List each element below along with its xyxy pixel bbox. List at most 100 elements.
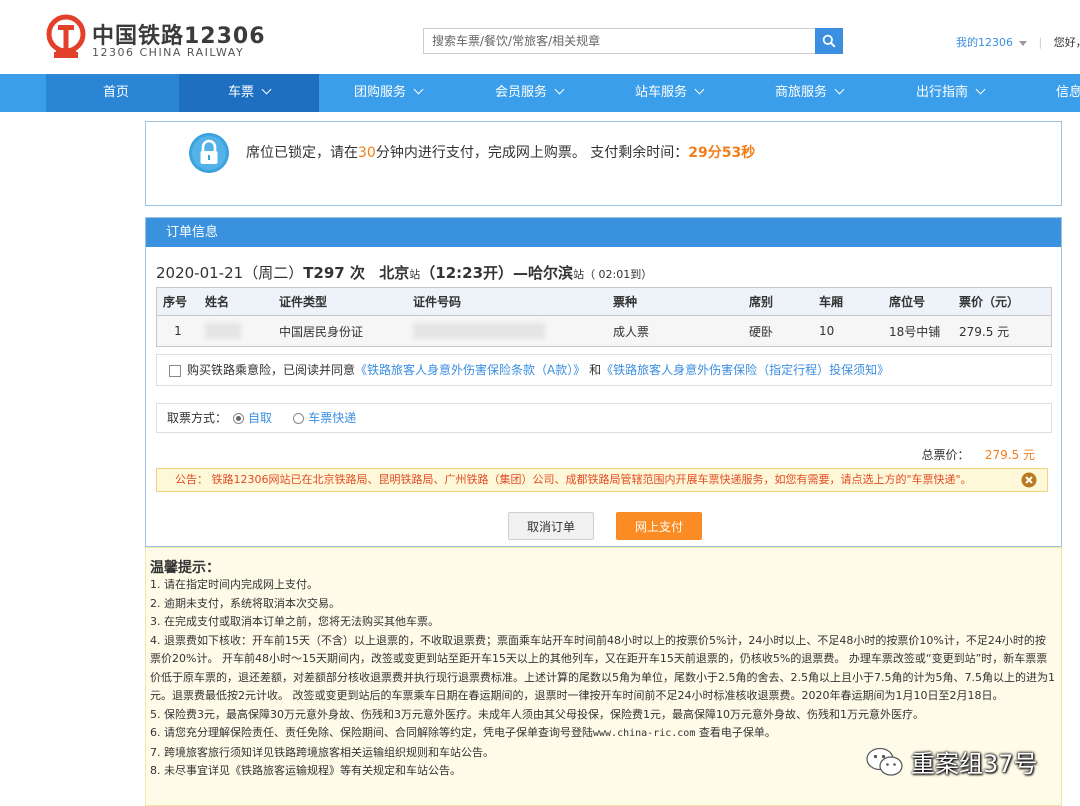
cell-ticket-type: 成人票	[607, 315, 743, 347]
nav-label: 首页	[102, 85, 129, 100]
tip-item: 1. 请在指定时间内完成网上支付。	[150, 578, 318, 591]
col-header: 票价（元）	[953, 287, 1052, 316]
nav-label: 信息	[1056, 85, 1080, 100]
col-header: 姓名	[199, 287, 273, 316]
lock-text-pre: 席位已锁定，请在	[246, 145, 358, 161]
nav-item-business[interactable]: 商旅服务	[739, 74, 879, 112]
watermark-text: 重案组37号	[911, 750, 1038, 778]
cell-no: 1	[156, 315, 199, 347]
close-icon[interactable]	[1021, 472, 1037, 488]
col-header: 席别	[743, 287, 813, 316]
cell-id-number	[407, 315, 607, 347]
lock-icon	[189, 133, 229, 173]
greeting: 您好，	[1053, 36, 1080, 49]
order-info-title: 订单信息	[146, 218, 1061, 247]
pickup-self-radio[interactable]	[233, 413, 245, 424]
travel-weekday: （周二）	[243, 264, 304, 282]
cancel-order-button[interactable]: 取消订单	[508, 512, 594, 540]
tip-6-text: 6. 请您充分理解保险责任、责任免除、保险期间、合同解除等约定，凭电子保单查询号…	[150, 726, 593, 739]
insurance-checkbox[interactable]	[169, 364, 181, 377]
insurance-text: 购买铁路乘意险，已阅读并同意	[187, 363, 356, 377]
cell-seat: 18号中铺	[883, 315, 953, 347]
col-header: 席位号	[883, 287, 953, 316]
nav-label: 站车服务	[634, 85, 687, 100]
station-suffix: 站	[573, 268, 585, 281]
divider: |	[1038, 36, 1043, 49]
pay-minutes: 30	[358, 145, 376, 161]
nav-item-guide[interactable]: 出行指南	[880, 74, 1020, 112]
station-suffix: 站	[409, 268, 421, 281]
insurance-terms-link[interactable]: 《铁路旅客人身意外伤害保险条款（A款）》	[355, 363, 585, 377]
nav-item-tickets[interactable]: 车票	[179, 74, 319, 112]
cell-id-type: 中国居民身份证	[273, 315, 407, 347]
pickup-self-label[interactable]: 自取	[248, 411, 272, 425]
from-station: 北京	[379, 264, 410, 282]
insurance-row: 购买铁路乘意险，已阅读并同意《铁路旅客人身意外伤害保险条款（A款）》 和《铁路旅…	[156, 354, 1052, 386]
search-bar	[423, 28, 843, 54]
tip-item: 6. 请您充分理解保险责任、责任免除、保险期间、合同解除等约定，凭电子保单查询号…	[150, 724, 1055, 744]
nav-item-member[interactable]: 会员服务	[459, 74, 599, 112]
nav-label: 团购服务	[353, 85, 406, 100]
nav-item-home[interactable]: 首页	[46, 74, 186, 112]
total-label: 总票价：	[921, 448, 970, 462]
nav-item-info[interactable]: 信息	[1020, 74, 1080, 112]
chevron-down-icon	[554, 84, 565, 95]
insurance-notice-link[interactable]: 《铁路旅客人身意外伤害保险（指定行程）投保须知》	[601, 363, 889, 377]
tip-item: 3. 在完成支付或取消本订单之前，您将无法购买其他车票。	[150, 615, 439, 628]
tip-6-suffix: 查看电子保单。	[695, 726, 776, 739]
announcement-bar: 公告： 铁路12306网站已在北京铁路局、昆明铁路局、广州铁路（集团）公司、成都…	[156, 468, 1048, 492]
nav-item-group[interactable]: 团购服务	[318, 74, 458, 112]
search-icon	[822, 34, 836, 48]
passenger-table: 序号 姓名 证件类型 证件号码 票种 席别 车厢 席位号 票价（元） 1 中国居…	[156, 287, 1052, 347]
pickup-label: 取票方式：	[167, 411, 228, 425]
cell-name	[199, 315, 273, 347]
col-header: 车厢	[813, 287, 883, 316]
railway-logo-icon	[46, 14, 86, 58]
lock-text-mid: 分钟内进行支付，完成网上购票。 支付剩余时间：	[375, 145, 689, 161]
cell-price: 279.5 元	[953, 315, 1052, 347]
logo-subtitle: 12306 CHINA RAILWAY	[92, 46, 245, 59]
table-header-row: 序号 姓名 证件类型 证件号码 票种 席别 车厢 席位号 票价（元）	[156, 287, 1052, 316]
nav-label: 出行指南	[915, 85, 968, 100]
tip-item: 4. 退票费如下核收：开车前15天（不含）以上退票的，不收取退票费；票面乘车站开…	[150, 633, 1055, 703]
redacted-name	[205, 323, 241, 339]
insurance-site-link[interactable]: www.china-ric.com	[593, 728, 695, 739]
logo[interactable]: 中国铁路12306 12306 CHINA RAILWAY	[46, 14, 265, 64]
train-number: T297 次	[303, 264, 365, 282]
insurance-and: 和	[589, 363, 602, 377]
chevron-down-icon	[834, 84, 845, 95]
my12306-link[interactable]: 我的12306	[956, 36, 1013, 49]
tip-item: 5. 保险费3元，最高保障30万元意外身故、伤残和3万元意外医疗。未成年人须由其…	[150, 707, 924, 721]
chevron-down-icon	[413, 84, 424, 95]
to-station: 哈尔滨	[528, 264, 574, 282]
travel-date: 2020-01-21	[156, 264, 244, 282]
search-button[interactable]	[815, 28, 843, 54]
depart-time: （12:23开）	[420, 264, 514, 282]
wechat-icon	[866, 747, 903, 776]
tips-title: 温馨提示：	[150, 560, 220, 576]
pay-online-button[interactable]: 网上支付	[616, 512, 702, 540]
nav-label: 会员服务	[494, 85, 547, 100]
order-info-panel: 订单信息 2020-01-21（周二）T297 次 北京站（12:23开）—哈尔…	[145, 217, 1062, 547]
chevron-down-icon	[1019, 40, 1027, 46]
chevron-down-icon	[694, 84, 705, 95]
cell-seat-class: 硬卧	[743, 315, 813, 347]
remaining-time: 29分53秒	[688, 145, 756, 161]
col-header: 票种	[607, 287, 743, 316]
chevron-down-icon	[261, 84, 272, 95]
search-input[interactable]	[423, 28, 815, 54]
site-header: 中国铁路12306 12306 CHINA RAILWAY 我的12306 | …	[0, 0, 1080, 74]
nav-label: 车票	[227, 85, 254, 100]
user-links: 我的12306 | 您好，	[956, 34, 1080, 50]
pickup-express-label[interactable]: 车票快递	[308, 411, 356, 425]
arrive-time: （ 02:01到）	[584, 268, 653, 281]
route-dash: —	[513, 264, 529, 282]
nav-label: 商旅服务	[774, 85, 827, 100]
col-header: 证件号码	[407, 287, 607, 316]
total-value: 279.5 元	[984, 448, 1035, 462]
pickup-express-radio[interactable]	[293, 413, 305, 424]
tip-item: 2. 逾期未支付，系统将取消本次交易。	[150, 596, 340, 610]
nav-item-station[interactable]: 站车服务	[599, 74, 739, 112]
seat-locked-message: 席位已锁定，请在30分钟内进行支付，完成网上购票。 支付剩余时间：29分53秒	[246, 142, 755, 162]
table-row: 1 中国居民身份证 成人票 硬卧 10 18号中铺 279.5 元	[156, 315, 1052, 347]
